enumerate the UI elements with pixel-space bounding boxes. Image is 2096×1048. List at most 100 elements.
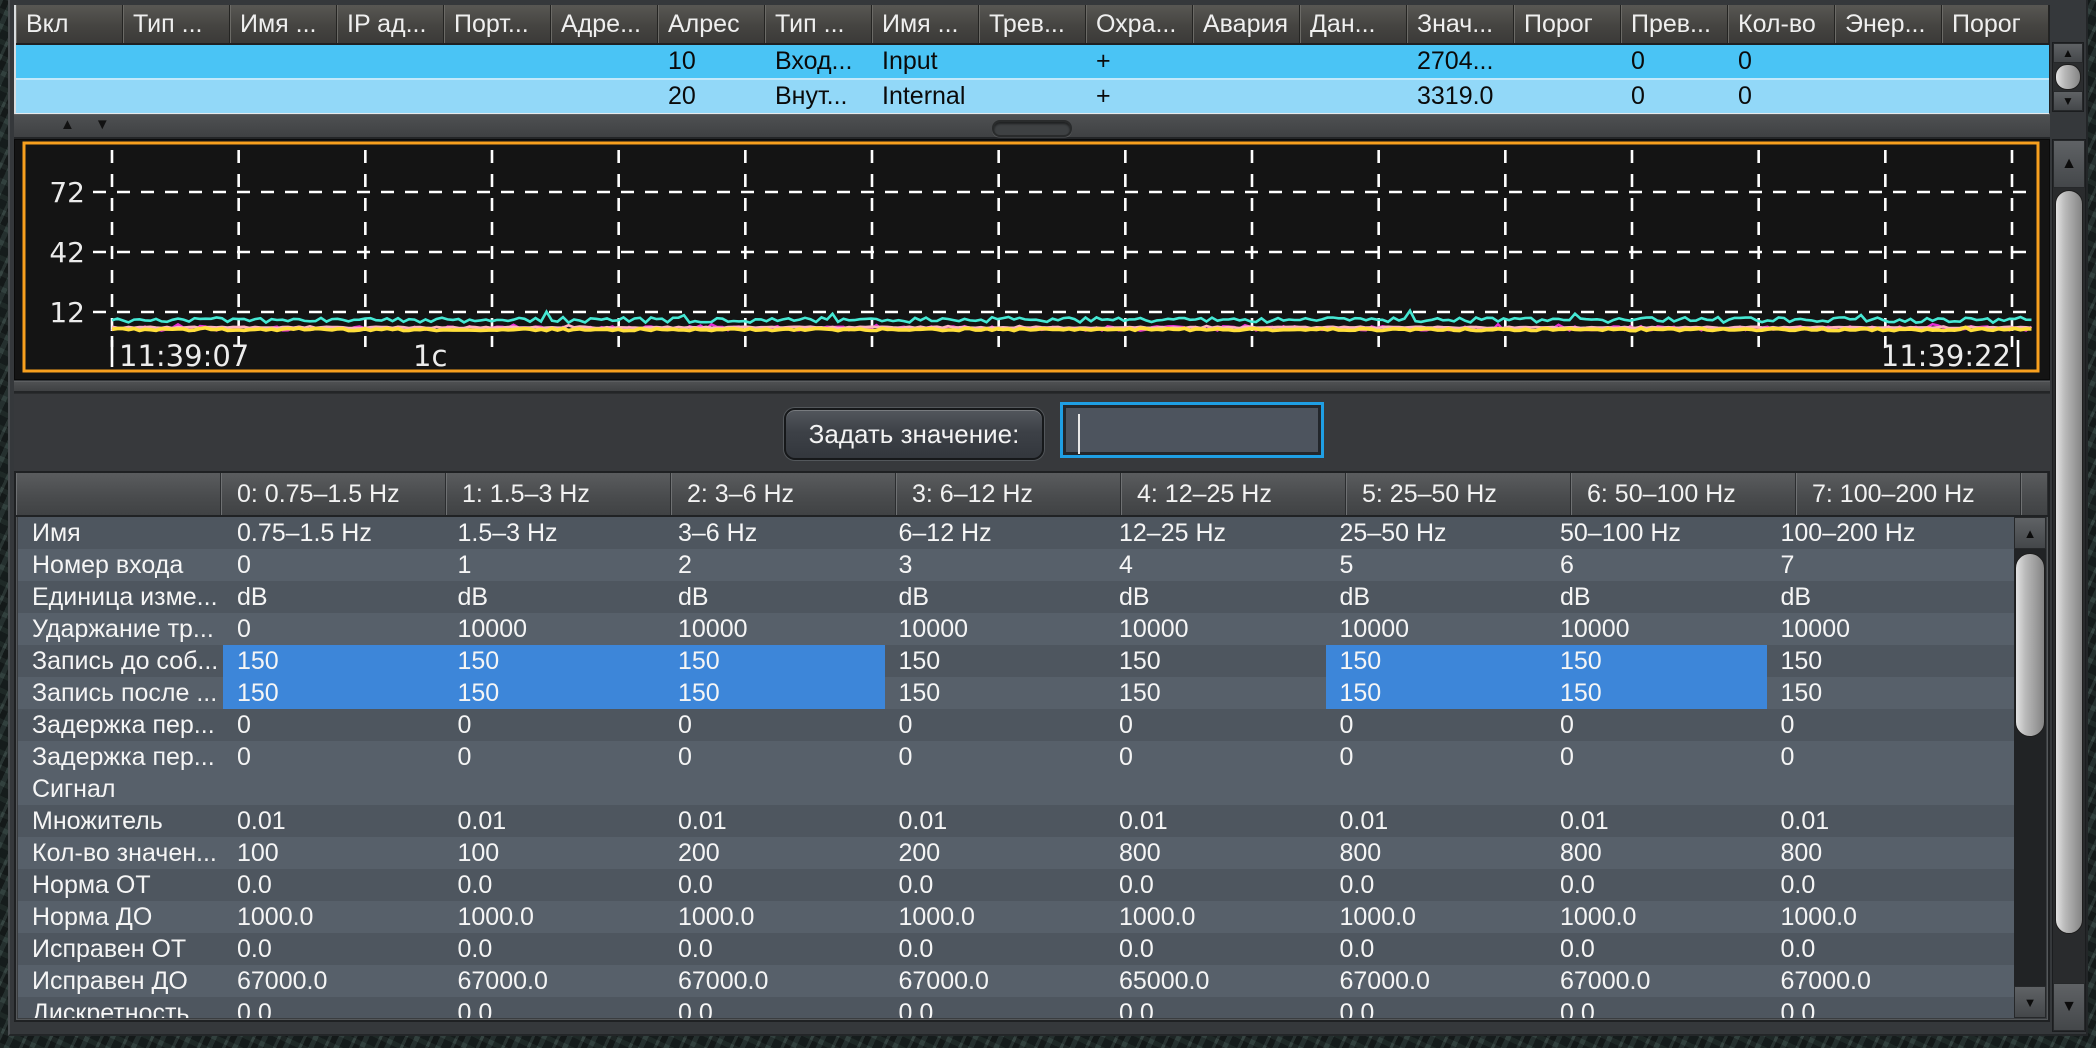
device-cell[interactable]: 0	[1728, 45, 1835, 78]
param-cell[interactable]: 1000.0	[444, 901, 665, 933]
device-col-header[interactable]: Дан...	[1300, 5, 1407, 43]
param-cell[interactable]: 0.01	[1105, 805, 1326, 837]
param-row-label[interactable]: Номер входа	[18, 549, 223, 581]
scroll-down-icon[interactable]: ▼	[2014, 986, 2046, 1018]
device-col-header[interactable]: Адре...	[551, 5, 658, 43]
param-row-label[interactable]: Запись до соб...	[18, 645, 223, 677]
device-cell[interactable]	[123, 80, 230, 113]
device-cell[interactable]: +	[1086, 45, 1193, 78]
param-cell[interactable]: 0	[1546, 709, 1767, 741]
device-col-header[interactable]: Энер...	[1835, 5, 1942, 43]
device-col-header[interactable]: Вкл	[16, 5, 123, 43]
device-cell[interactable]: 20	[658, 80, 765, 113]
param-cell[interactable]: 0.0	[444, 933, 665, 965]
param-cell[interactable]: 0.0	[664, 869, 885, 901]
param-cell[interactable]: 0.0	[1546, 869, 1767, 901]
param-row-label[interactable]: Ударжание тр...	[18, 613, 223, 645]
param-cell[interactable]	[664, 773, 885, 805]
param-cell[interactable]: 150	[1546, 645, 1767, 677]
param-cell[interactable]: 150	[444, 677, 665, 709]
device-col-header[interactable]: Имя ...	[230, 5, 337, 43]
device-cell[interactable]	[1942, 45, 2049, 78]
param-cell[interactable]: 150	[223, 645, 444, 677]
device-cell[interactable]	[1193, 80, 1300, 113]
param-cell[interactable]: 12–25 Hz	[1105, 517, 1326, 549]
device-col-header[interactable]: Алрес	[658, 5, 765, 43]
param-cell[interactable]	[444, 773, 665, 805]
scroll-down-icon[interactable]: ▼	[2053, 91, 2083, 111]
param-cell[interactable]: 0	[1767, 741, 1988, 773]
param-cell[interactable]: 0.0	[1326, 997, 1547, 1018]
param-cell[interactable]: 1	[444, 549, 665, 581]
param-cell[interactable]	[1326, 773, 1547, 805]
param-cell[interactable]: 0.0	[1767, 869, 1988, 901]
param-cell[interactable]: 0	[223, 613, 444, 645]
param-cell[interactable]: 150	[1326, 677, 1547, 709]
device-cell[interactable]	[123, 45, 230, 78]
device-cell[interactable]: 0	[1621, 80, 1728, 113]
device-col-header[interactable]: Прев...	[1621, 5, 1728, 43]
param-cell[interactable]: 10000	[1546, 613, 1767, 645]
param-cell[interactable]	[885, 773, 1106, 805]
param-cell[interactable]: 3	[885, 549, 1106, 581]
scroll-up-icon[interactable]: ▲	[2014, 517, 2046, 549]
param-col-header[interactable]: 4: 12–25 Hz	[1121, 473, 1346, 515]
param-cell[interactable]: 0.01	[664, 805, 885, 837]
param-cell[interactable]: 200	[885, 837, 1106, 869]
scrollbar-thumb[interactable]	[2055, 64, 2081, 90]
param-cell[interactable]: 0	[1767, 709, 1988, 741]
param-cell[interactable]: 0.01	[444, 805, 665, 837]
param-cell[interactable]: 800	[1105, 837, 1326, 869]
param-cell[interactable]: 150	[1326, 645, 1547, 677]
param-cell[interactable]: 100–200 Hz	[1767, 517, 1988, 549]
lower-splitter[interactable]	[14, 381, 2050, 393]
param-cell[interactable]: 10000	[885, 613, 1106, 645]
param-cell[interactable]: 25–50 Hz	[1326, 517, 1547, 549]
param-row-label[interactable]: Задержка пер...	[18, 709, 223, 741]
param-cell[interactable]: 150	[444, 645, 665, 677]
device-col-header[interactable]: Тип ...	[765, 5, 872, 43]
param-cell[interactable]: 50–100 Hz	[1546, 517, 1767, 549]
param-cell[interactable]: 800	[1767, 837, 1988, 869]
device-cell[interactable]: 2704...	[1407, 45, 1514, 78]
device-cell[interactable]	[1514, 80, 1621, 113]
param-cell[interactable]: 1000.0	[664, 901, 885, 933]
device-table-scrollbar[interactable]: ▲ ▼	[2052, 42, 2084, 112]
param-cell[interactable]: 100	[444, 837, 665, 869]
param-cell[interactable]: 0.0	[1326, 869, 1547, 901]
param-cell[interactable]: dB	[1767, 581, 1988, 613]
collapse-up-icon[interactable]: ▲	[60, 116, 95, 133]
device-row[interactable]: 10Вход...Input+2704...00	[16, 45, 2049, 78]
param-cell[interactable]: 0.0	[885, 997, 1106, 1018]
param-col-header[interactable]: 7: 100–200 Hz	[1796, 473, 2021, 515]
param-cell[interactable]: 2	[664, 549, 885, 581]
param-cell[interactable]: 0.75–1.5 Hz	[223, 517, 444, 549]
signal-chart-svg[interactable]: 12427211:39:071с11:39:22	[15, 140, 2049, 379]
param-cell[interactable]: 0	[1326, 741, 1547, 773]
window-scrollbar[interactable]: ▲ ▼	[2052, 139, 2086, 1032]
param-cell[interactable]	[1767, 773, 1988, 805]
param-cell[interactable]: 65000.0	[1105, 965, 1326, 997]
param-row-label[interactable]: Запись после ...	[18, 677, 223, 709]
param-cell[interactable]: 0	[885, 741, 1106, 773]
param-col-header[interactable]: 1: 1.5–3 Hz	[446, 473, 671, 515]
device-cell[interactable]	[551, 45, 658, 78]
param-row-label[interactable]: Норма ДО	[18, 901, 223, 933]
param-cell[interactable]: 1000.0	[1105, 901, 1326, 933]
param-cell[interactable]: 0.0	[885, 933, 1106, 965]
param-cell[interactable]: 150	[1105, 645, 1326, 677]
param-cell[interactable]: 0.0	[444, 869, 665, 901]
param-cell[interactable]: 150	[885, 645, 1106, 677]
param-cell[interactable]: 0	[444, 709, 665, 741]
param-cell[interactable]: 1000.0	[885, 901, 1106, 933]
param-cell[interactable]: 1.5–3 Hz	[444, 517, 665, 549]
param-cell[interactable]: 1000.0	[1546, 901, 1767, 933]
param-cell[interactable]: 800	[1326, 837, 1547, 869]
param-cell[interactable]: 0	[444, 741, 665, 773]
param-cell[interactable]: 67000.0	[1546, 965, 1767, 997]
splitter-grip[interactable]	[992, 120, 1072, 137]
param-cell[interactable]: 0.0	[1326, 933, 1547, 965]
scroll-up-icon[interactable]: ▲	[2053, 43, 2083, 63]
param-cell[interactable]: 4	[1105, 549, 1326, 581]
param-cell[interactable]: 0.0	[664, 933, 885, 965]
